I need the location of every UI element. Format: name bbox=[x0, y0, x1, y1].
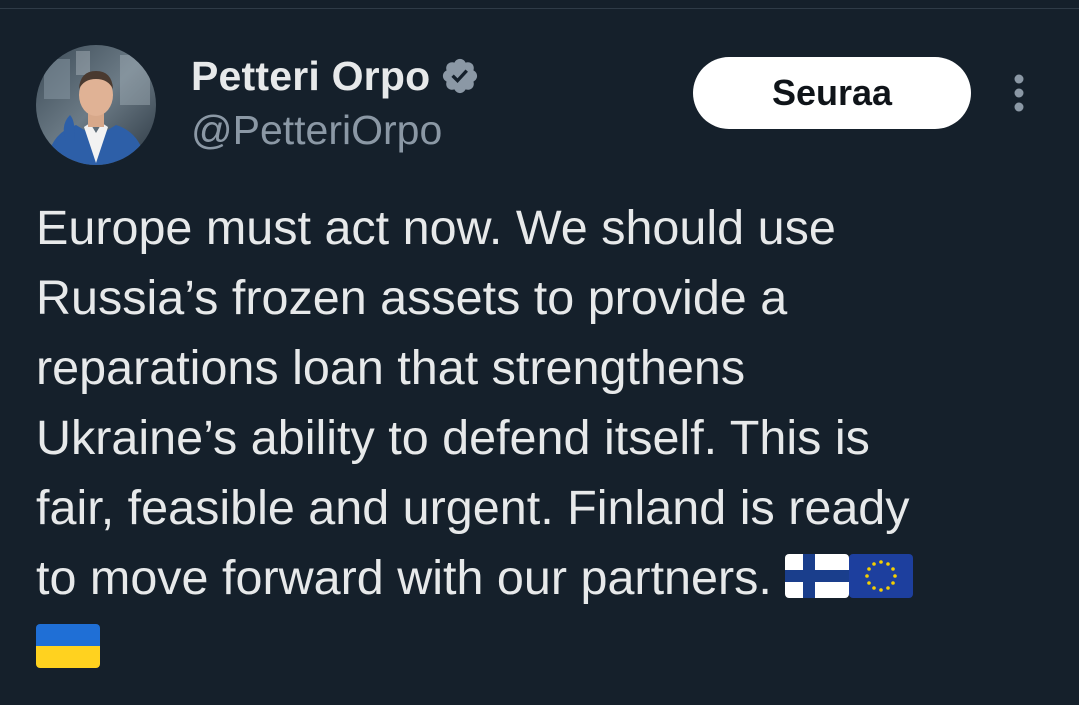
person-portrait-avatar-icon bbox=[36, 45, 156, 165]
tweet-card: Petteri Orpo @PetteriOrpo Seuraa Europe … bbox=[0, 0, 1079, 705]
vertical-ellipsis-icon bbox=[1014, 74, 1024, 112]
finland-flag-icon bbox=[785, 554, 850, 598]
tweet-text: Europe must act now. We should use Russi… bbox=[36, 193, 1056, 683]
author-name-row: Petteri Orpo bbox=[191, 53, 480, 100]
tweet-text-line: fair, feasible and urgent. Finland is re… bbox=[36, 481, 910, 535]
author-avatar[interactable] bbox=[36, 45, 156, 165]
verified-badge-icon bbox=[440, 56, 480, 96]
tweet-text-line: Ukraine’s ability to defend itself. This… bbox=[36, 411, 870, 465]
follow-button[interactable]: Seuraa bbox=[693, 57, 971, 129]
ukraine-flag-icon bbox=[36, 624, 100, 668]
author-display-name[interactable]: Petteri Orpo bbox=[191, 53, 430, 100]
author-handle[interactable]: @PetteriOrpo bbox=[191, 107, 442, 154]
tweet-text-line: Europe must act now. We should use bbox=[36, 201, 836, 255]
tweet-text-line: reparations loan that strengthens bbox=[36, 341, 746, 395]
more-options-button[interactable] bbox=[1002, 70, 1036, 116]
tweet-text-line: to move forward with our partners. bbox=[36, 551, 786, 605]
eu-flag-icon bbox=[849, 554, 914, 598]
tweet-text-line: Russia’s frozen assets to provide a bbox=[36, 271, 788, 325]
